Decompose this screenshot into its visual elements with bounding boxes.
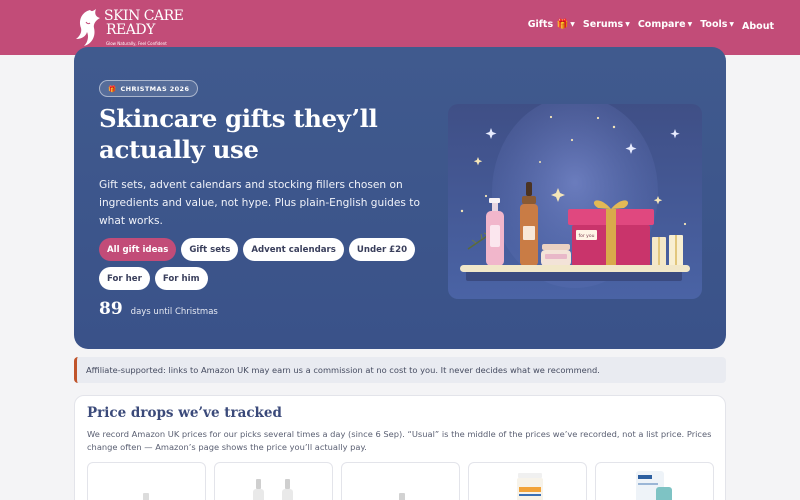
pill-advent-calendars[interactable]: Advent calendars [243,238,344,261]
price-drops-section: Price drops we’ve tracked We record Amaz… [74,395,726,500]
season-badge-label: CHRISTMAS 2026 [120,84,190,93]
logo-text-line2: READY [106,22,155,38]
season-badge: 🎁 CHRISTMAS 2026 [99,80,199,97]
site-logo[interactable]: SKIN CARE READY Glow Naturally, Feel Con… [72,6,192,50]
affiliate-notice-text: Affiliate-supported: links to Amazon UK … [86,365,600,375]
woman-silhouette-icon [76,9,100,46]
sunscreen-tube-image [517,473,543,500]
chevron-down-icon: ▼ [687,21,693,28]
product-card[interactable] [341,462,460,500]
price-drops-title: Price drops we’ve tracked [87,405,282,421]
chevron-down-icon: ▼ [570,21,575,28]
gift-icon: 🎁 [108,84,117,93]
logo-tagline: Glow Naturally, Feel Confident [106,41,167,46]
cleanser-tube-image [636,471,672,500]
hero-subtitle: Gift sets, advent calendars and stocking… [99,179,420,227]
pill-for-her[interactable]: For her [99,267,150,290]
pill-all-gift-ideas[interactable]: All gift ideas [99,238,177,261]
product-card[interactable] [468,462,587,500]
nav-gifts[interactable]: Gifts 🎁 ▼ [528,17,575,32]
price-drops-description: We record Amazon UK prices for our picks… [87,429,712,452]
gift-tag-text: for you [579,233,595,239]
main-nav: Gifts 🎁 ▼ Serums ▼ Compare ▼ Tools ▼ About [528,17,774,32]
hero-title: Skincare gifts they’ll actually use [99,104,378,164]
christmas-countdown: 89 days until Christmas [99,299,218,319]
nav-tools-label: Tools [700,19,728,30]
logo-text-line1: SKIN CARE [104,8,184,24]
gift-shelf-illustration: for you [448,104,702,299]
countdown-days: 89 [99,299,123,319]
chevron-down-icon: ▼ [729,21,735,28]
nav-tools[interactable]: Tools ▼ [700,17,734,32]
nav-about[interactable]: About [742,21,774,32]
countdown-label: days until Christmas [130,307,218,317]
affiliate-notice: Affiliate-supported: links to Amazon UK … [74,357,726,383]
nav-compare-label: Compare [637,19,686,30]
nav-compare[interactable]: Compare ▼ [638,17,692,32]
pill-under-20[interactable]: Under £20 [348,238,416,261]
nav-about-label: About [742,21,774,32]
nav-serums[interactable]: Serums ▼ [583,17,630,32]
chevron-down-icon: ▼ [625,21,630,28]
dropper-bottle-image [399,493,405,500]
serum-bottles-image [253,479,293,500]
hero-banner: 🎁 CHRISTMAS 2026 Skincare gifts they’ll … [74,47,726,349]
product-list [87,462,717,500]
dropper-bottle-image [143,493,149,500]
pill-for-him[interactable]: For him [154,267,208,290]
gift-filter-pills: All gift ideas Gift sets Advent calendar… [99,238,449,290]
product-card[interactable] [214,462,333,500]
nav-gifts-label: Gifts 🎁 [527,19,569,30]
pill-gift-sets[interactable]: Gift sets [181,238,239,261]
product-card[interactable] [87,462,206,500]
nav-serums-label: Serums [582,19,624,30]
product-card[interactable] [595,462,714,500]
